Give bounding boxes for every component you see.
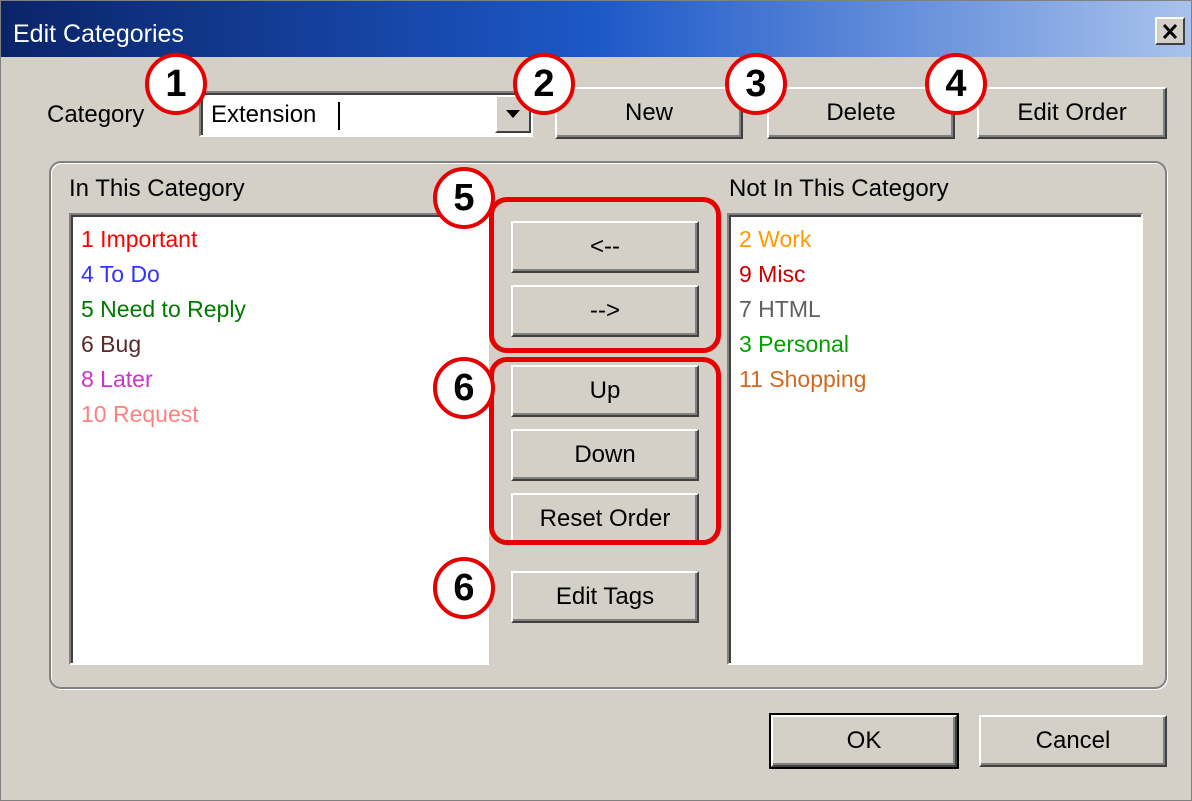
callout-box-move (489, 197, 721, 353)
callout-box-order (489, 357, 721, 545)
cancel-button-label: Cancel (1035, 727, 1111, 754)
list-item-label: 2 Work (739, 226, 812, 252)
list-item-label: 3 Personal (739, 331, 849, 357)
close-button[interactable] (1155, 17, 1185, 45)
list-item-label: 4 To Do (81, 261, 160, 287)
cancel-button[interactable]: Cancel (979, 715, 1167, 767)
edit-order-button[interactable]: Edit Order (977, 87, 1167, 139)
list-item-label: 11 Shopping (739, 366, 867, 392)
callout-3: 3 (725, 53, 787, 115)
delete-button-label: Delete (826, 99, 896, 126)
list-item[interactable]: 8 Later (81, 365, 153, 393)
text-caret (338, 102, 340, 130)
title-bar[interactable]: Edit Categories (1, 1, 1191, 57)
new-button[interactable]: New (555, 87, 743, 139)
in-category-listbox[interactable]: 1 Important 4 To Do 5 Need to Reply 6 Bu… (69, 213, 489, 665)
list-item[interactable]: 10 Request (81, 400, 199, 428)
ok-button-label: OK (846, 727, 882, 754)
chevron-down-icon (506, 110, 520, 118)
edit-tags-button[interactable]: Edit Tags (511, 571, 699, 623)
edit-categories-dialog: Edit Categories Category Extension New D… (0, 0, 1192, 801)
list-item-label: 10 Request (81, 401, 199, 427)
list-item-label: 6 Bug (81, 331, 142, 357)
list-item-label: 5 Need to Reply (81, 296, 246, 322)
category-input-text[interactable]: Extension (211, 101, 316, 129)
list-item[interactable]: 2 Work (739, 225, 811, 253)
list-item-label: 7 HTML (739, 296, 821, 322)
window-title: Edit Categories (13, 20, 184, 48)
new-button-label: New (624, 99, 673, 126)
list-item[interactable]: 11 Shopping (739, 365, 866, 393)
not-in-category-heading: Not In This Category (729, 175, 949, 202)
list-item[interactable]: 7 HTML (739, 295, 821, 323)
callout-6-order: 6 (433, 357, 495, 419)
list-item[interactable]: 3 Personal (739, 330, 849, 358)
edit-tags-label: Edit Tags (555, 583, 655, 610)
callout-1: 1 (145, 53, 207, 115)
callout-6-tags: 6 (433, 557, 495, 619)
list-item[interactable]: 9 Misc (739, 260, 805, 288)
list-item-label: 9 Misc (739, 261, 806, 287)
list-item-label: 8 Later (81, 366, 153, 392)
callout-4: 4 (925, 53, 987, 115)
list-item[interactable]: 6 Bug (81, 330, 141, 358)
list-item-label: 1 Important (81, 226, 198, 252)
callout-2: 2 (513, 53, 575, 115)
category-label: Category (47, 101, 145, 128)
category-combobox[interactable]: Extension (199, 91, 533, 137)
list-item[interactable]: 4 To Do (81, 260, 160, 288)
callout-5: 5 (433, 167, 495, 229)
edit-order-button-label: Edit Order (1017, 99, 1127, 126)
in-category-heading: In This Category (69, 175, 245, 202)
close-x-icon (1162, 23, 1178, 40)
list-item[interactable]: 1 Important (81, 225, 197, 253)
list-item[interactable]: 5 Need to Reply (81, 295, 246, 323)
not-in-category-listbox[interactable]: 2 Work 9 Misc 7 HTML 3 Personal 11 Shopp… (727, 213, 1143, 665)
ok-button[interactable]: OK (769, 713, 959, 769)
